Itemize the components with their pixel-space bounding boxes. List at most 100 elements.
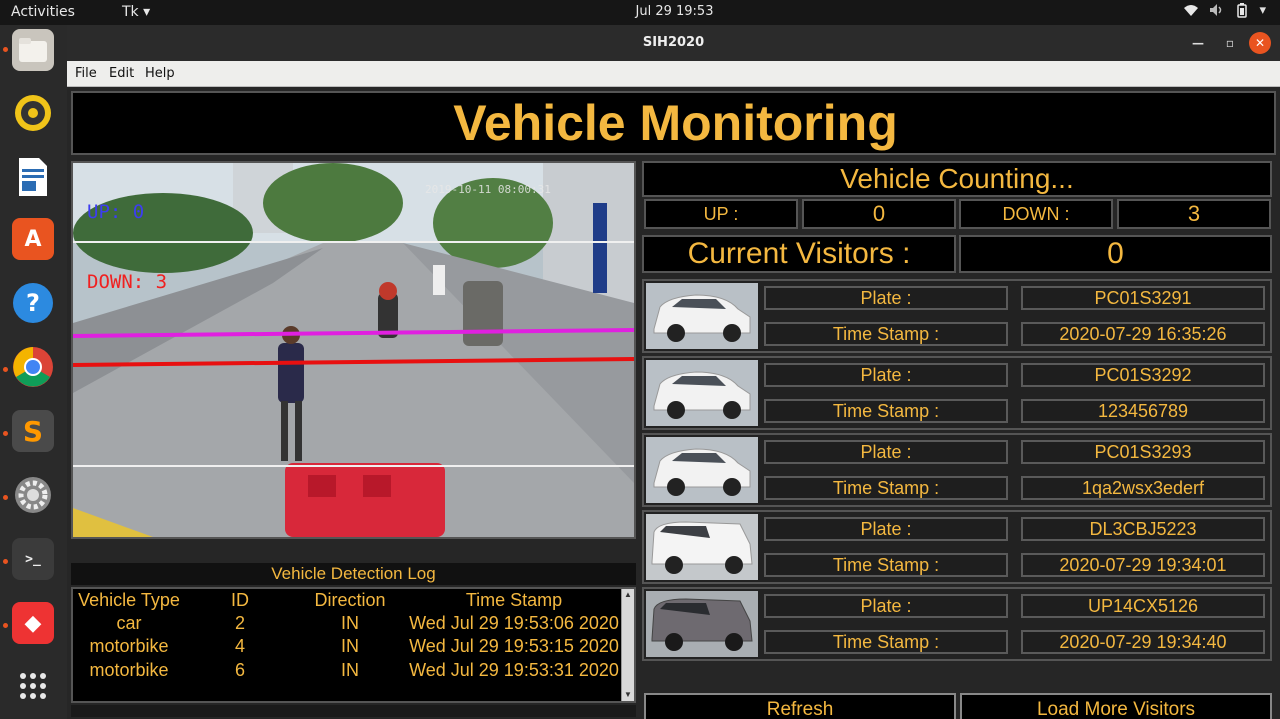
scroll-down-icon[interactable]: ▼ bbox=[622, 689, 634, 701]
system-top-bar: Activities Tk ▾ Jul 29 19:53 ▾ bbox=[0, 0, 1280, 25]
plate-label: Plate : bbox=[764, 517, 1008, 541]
counting-panel: Vehicle Counting... UP : 0 DOWN : 3 Curr… bbox=[640, 159, 1276, 719]
help-icon[interactable]: ? bbox=[12, 282, 54, 324]
wifi-icon bbox=[1183, 3, 1199, 22]
chevron-down-icon: ▾ bbox=[1259, 3, 1266, 18]
rhythmbox-icon[interactable] bbox=[12, 92, 54, 134]
plate-value: PC01S3292 bbox=[1021, 363, 1265, 387]
log-footer bbox=[71, 705, 636, 717]
terminal-icon[interactable]: >_ bbox=[12, 538, 54, 580]
up-counter-overlay: UP: 0 bbox=[87, 201, 145, 223]
system-tray[interactable]: ▾ bbox=[1183, 3, 1266, 22]
timestamp-label: Time Stamp : bbox=[764, 399, 1008, 423]
column-header: Vehicle Type bbox=[78, 590, 180, 610]
refresh-button[interactable]: Refresh bbox=[644, 693, 956, 719]
svg-text:?: ? bbox=[26, 289, 40, 317]
table-row[interactable]: motorbike 6 IN Wed Jul 29 19:53:31 2020 bbox=[73, 660, 621, 683]
vehicle-type-cell: car bbox=[116, 613, 142, 633]
running-indicator bbox=[3, 367, 8, 372]
plate-label: Plate : bbox=[764, 286, 1008, 310]
timestamp-label: Time Stamp : bbox=[764, 553, 1008, 577]
close-icon[interactable]: ✕ bbox=[1249, 32, 1271, 54]
vehicle-thumbnail bbox=[646, 437, 758, 503]
menu-bar: File Edit Help bbox=[67, 61, 1280, 87]
visitors-label: Current Visitors : bbox=[642, 235, 956, 273]
column-header: Direction bbox=[314, 590, 386, 610]
plate-value: PC01S3291 bbox=[1021, 286, 1265, 310]
dock: A ? S >_ ◆ bbox=[0, 25, 67, 719]
running-indicator bbox=[3, 47, 8, 52]
header-banner: Vehicle Monitoring bbox=[71, 91, 1276, 155]
table-row[interactable]: motorbike 4 IN Wed Jul 29 19:53:15 2020 bbox=[73, 636, 621, 659]
visitors-count: 0 bbox=[959, 235, 1272, 273]
app-window: SIH2020 — ▫ ✕ File Edit Help Vehicle Mon… bbox=[67, 25, 1280, 719]
window-title: SIH2020 bbox=[642, 35, 705, 50]
timestamp-cell: Wed Jul 29 19:53:06 2020 bbox=[409, 613, 619, 633]
plate-value: PC01S3293 bbox=[1021, 440, 1265, 464]
vehicle-thumbnail bbox=[646, 360, 758, 426]
visitor-card[interactable]: Plate : PC01S3293 Time Stamp : 1qa2wsx3e… bbox=[642, 433, 1272, 507]
plate-value: UP14CX5126 bbox=[1021, 594, 1265, 618]
scroll-up-icon[interactable]: ▲ bbox=[622, 589, 634, 601]
camera-frame bbox=[73, 163, 634, 537]
direction-cell: IN bbox=[341, 636, 359, 656]
chrome-icon[interactable] bbox=[12, 346, 54, 388]
timestamp-cell: Wed Jul 29 19:53:31 2020 bbox=[409, 660, 619, 680]
vehicle-type-cell: motorbike bbox=[89, 660, 169, 680]
maximize-icon[interactable]: ▫ bbox=[1219, 32, 1241, 54]
column-header: ID bbox=[231, 590, 249, 610]
direction-cell: IN bbox=[341, 613, 359, 633]
down-count: 3 bbox=[1117, 199, 1271, 229]
id-cell: 6 bbox=[234, 660, 245, 680]
plate-value: DL3CBJ5223 bbox=[1021, 517, 1265, 541]
timestamp-value: 123456789 bbox=[1021, 399, 1265, 423]
visitor-card[interactable]: Plate : DL3CBJ5223 Time Stamp : 2020-07-… bbox=[642, 510, 1272, 584]
log-title: Vehicle Detection Log bbox=[71, 563, 636, 585]
main-content: Vehicle Monitoring 2019-10-11 08:00:31 U… bbox=[67, 87, 1280, 719]
timestamp-label: Time Stamp : bbox=[764, 476, 1008, 500]
vehicle-thumbnail bbox=[646, 514, 758, 580]
timestamp-value: 2020-07-29 19:34:40 bbox=[1021, 630, 1265, 654]
plate-label: Plate : bbox=[764, 594, 1008, 618]
visitor-card[interactable]: Plate : PC01S3292 Time Stamp : 123456789 bbox=[642, 356, 1272, 430]
direction-cell: IN bbox=[341, 660, 359, 680]
plate-label: Plate : bbox=[764, 440, 1008, 464]
running-indicator bbox=[3, 623, 8, 628]
show-apps-icon[interactable] bbox=[12, 665, 54, 707]
log-scrollbar[interactable]: ▲ ▼ bbox=[621, 589, 634, 701]
volume-icon bbox=[1209, 3, 1225, 22]
table-row[interactable]: car 2 IN Wed Jul 29 19:53:06 2020 bbox=[73, 613, 621, 636]
visitor-card[interactable]: Plate : PC01S3291 Time Stamp : 2020-07-2… bbox=[642, 279, 1272, 353]
software-center-icon[interactable]: A bbox=[12, 218, 54, 260]
timestamp-value: 1qa2wsx3ederf bbox=[1021, 476, 1265, 500]
id-cell: 4 bbox=[234, 636, 245, 656]
plate-label: Plate : bbox=[764, 363, 1008, 387]
clock[interactable]: Jul 29 19:53 bbox=[0, 4, 1280, 19]
column-header: Time Stamp bbox=[465, 590, 563, 610]
files-icon[interactable] bbox=[12, 29, 54, 71]
visitor-card[interactable]: Plate : UP14CX5126 Time Stamp : 2020-07-… bbox=[642, 587, 1272, 661]
menu-help[interactable]: Help bbox=[145, 66, 175, 81]
down-label: DOWN : bbox=[959, 199, 1113, 229]
timestamp-label: Time Stamp : bbox=[764, 322, 1008, 346]
up-count: 0 bbox=[802, 199, 956, 229]
load-more-visitors-button[interactable]: Load More Visitors bbox=[960, 693, 1272, 719]
settings-icon[interactable] bbox=[12, 474, 54, 516]
anydesk-icon[interactable]: ◆ bbox=[12, 602, 54, 644]
detection-log[interactable]: Vehicle Type ID Direction Time Stamp car… bbox=[71, 587, 636, 703]
sublime-text-icon[interactable]: S bbox=[12, 410, 54, 452]
page-title: Vehicle Monitoring bbox=[453, 95, 898, 151]
writer-icon[interactable] bbox=[12, 156, 54, 198]
down-counter-overlay: DOWN: 3 bbox=[87, 271, 168, 293]
minimize-icon[interactable]: — bbox=[1187, 32, 1209, 54]
menu-edit[interactable]: Edit bbox=[109, 66, 134, 81]
window-titlebar[interactable]: SIH2020 — ▫ ✕ bbox=[67, 25, 1280, 61]
menu-file[interactable]: File bbox=[75, 66, 97, 81]
running-indicator bbox=[3, 495, 8, 500]
timestamp-value: 2020-07-29 16:35:26 bbox=[1021, 322, 1265, 346]
running-indicator bbox=[3, 431, 8, 436]
counting-title: Vehicle Counting... bbox=[642, 161, 1272, 197]
log-header-row: Vehicle Type ID Direction Time Stamp bbox=[73, 590, 621, 613]
vehicle-thumbnail bbox=[646, 283, 758, 349]
up-label: UP : bbox=[644, 199, 798, 229]
